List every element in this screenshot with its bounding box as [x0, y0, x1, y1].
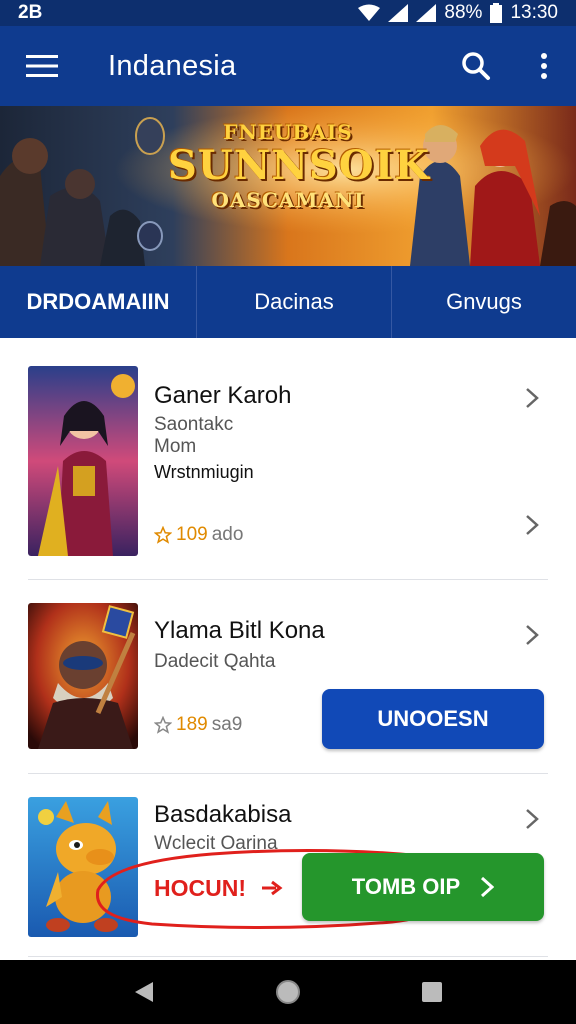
app-bar: Indanesia [0, 26, 576, 106]
chevron-right-icon[interactable] [518, 805, 546, 833]
system-nav-bar [0, 960, 576, 1024]
category-tabs: DRDOAMAIIN Dacinas Gnvugs [0, 266, 576, 338]
rating-value-2: 189 [176, 714, 208, 735]
game-rating-2: 189 sa9 [154, 714, 242, 736]
rating-value-1: 109 [176, 524, 208, 545]
list-divider [28, 773, 548, 774]
status-left-text: 2B [18, 2, 43, 23]
game-3-action-label: TOMB OIP [351, 874, 461, 899]
signal-icon [388, 4, 409, 22]
star-icon [154, 716, 172, 734]
banner-title: FNEUBAIS SUNNSOIK OASCAMANI [168, 120, 431, 212]
promo-banner[interactable]: FNEUBAIS SUNNSOIK OASCAMANI [0, 106, 576, 266]
promo-label: HOCUN! [154, 875, 246, 901]
chevron-right-icon [481, 876, 495, 898]
signal-icon-2 [416, 4, 437, 22]
hamburger-menu-icon [26, 55, 58, 77]
game-name-1: Ganer Karoh [154, 382, 292, 409]
tab-1[interactable]: DRDOAMAIIN [0, 266, 196, 338]
recents-icon [422, 982, 442, 1002]
game-subtitle-1: Saontakc [154, 414, 234, 435]
search-button[interactable] [452, 42, 500, 90]
game-subtitle-2: Dadecit Qahta [154, 651, 276, 672]
battery-percent: 88% [444, 2, 483, 23]
game-subtitle-1b: Mom [154, 436, 197, 457]
more-vert-icon [541, 53, 547, 79]
banner-line-1: FNEUBAIS [223, 120, 353, 144]
rating-suffix-2: sa9 [211, 714, 243, 735]
game-rating-1: 109 ado [154, 524, 243, 546]
tab-2[interactable]: Dacinas [196, 266, 392, 338]
chevron-right-icon[interactable] [518, 621, 546, 649]
arrow-right-icon [262, 880, 283, 896]
game-3-action-button[interactable]: TOMB OIP [302, 853, 544, 921]
back-icon [135, 982, 153, 1002]
list-divider [28, 956, 548, 957]
back-button[interactable] [128, 976, 160, 1008]
recents-button[interactable] [416, 976, 448, 1008]
status-bar: 2B 88% 13:30 [0, 0, 576, 26]
game-meta-1: Wrstnmiugin [154, 462, 254, 482]
wifi-icon [358, 4, 381, 21]
star-icon [154, 526, 172, 544]
status-time: 13:30 [510, 2, 558, 23]
chevron-right-icon[interactable] [518, 384, 546, 412]
home-button[interactable] [272, 976, 304, 1008]
banner-line-3: OASCAMANI [211, 188, 365, 212]
battery-icon [490, 3, 503, 23]
banner-line-2: SUNNSOIK [168, 142, 431, 189]
game-name-3: Basdakabisa [154, 801, 292, 828]
game-thumbnail-1 [28, 366, 138, 556]
game-name-2: Ylama Bitl Kona [154, 617, 325, 644]
game-thumbnail-2 [28, 603, 138, 749]
menu-button[interactable] [0, 26, 84, 106]
game-card-1[interactable]: Ganer Karoh Saontakc Mom Wrstnmiugin 109… [28, 366, 548, 556]
list-divider [28, 579, 548, 580]
chevron-right-icon[interactable] [518, 511, 546, 539]
rating-suffix-1: ado [211, 524, 244, 545]
home-icon [276, 980, 300, 1004]
game-2-action-button[interactable]: UNOOESN [322, 689, 544, 749]
app-title: Indanesia [108, 49, 237, 82]
more-options-button[interactable] [524, 42, 564, 90]
search-icon [462, 52, 490, 80]
game-list: Ganer Karoh Saontakc Mom Wrstnmiugin 109… [0, 338, 576, 960]
tab-3[interactable]: Gnvugs [392, 266, 576, 338]
